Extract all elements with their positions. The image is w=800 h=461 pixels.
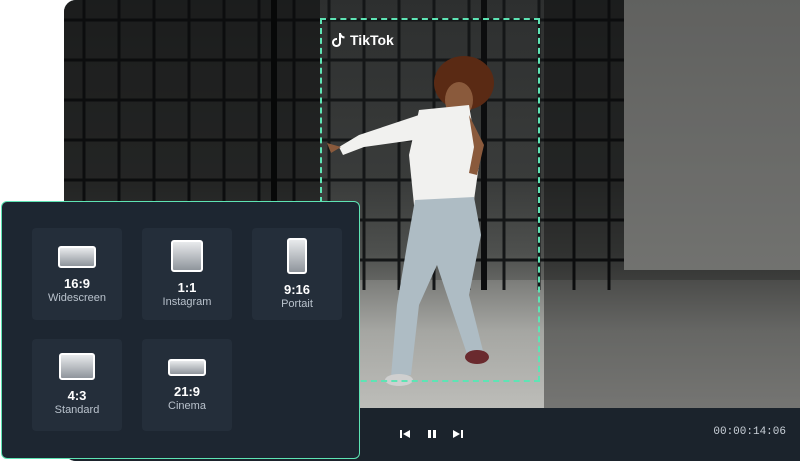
standard-rect-icon xyxy=(59,353,95,380)
timecode: 00:00:14:06 xyxy=(713,426,786,438)
skip-forward-button[interactable] xyxy=(447,423,469,445)
ratio-name: Standard xyxy=(54,404,100,416)
ratio-option-instagram[interactable]: 1:1 Instagram xyxy=(142,228,232,320)
skip-back-button[interactable] xyxy=(394,423,416,445)
tiktok-icon xyxy=(332,33,345,47)
ratio-value: 9:16 xyxy=(283,282,311,297)
pause-icon xyxy=(428,430,436,438)
ratio-name: Instagram xyxy=(162,296,212,308)
ratio-option-cinema[interactable]: 21:9 Cinema xyxy=(142,339,232,431)
ratio-name: Widescreen xyxy=(47,292,107,304)
skip-back-icon xyxy=(400,430,410,438)
ratio-value: 4:3 xyxy=(67,388,87,403)
ratio-name: Portait xyxy=(281,298,313,310)
ratio-value: 16:9 xyxy=(63,276,91,291)
crop-overlay-right xyxy=(544,0,800,408)
tiktok-label: TikTok xyxy=(350,32,394,48)
tiktok-badge: TikTok xyxy=(330,32,394,48)
ratio-option-standard[interactable]: 4:3 Standard xyxy=(32,339,122,431)
skip-forward-icon xyxy=(453,430,463,438)
ratio-value: 21:9 xyxy=(173,384,201,399)
square-icon xyxy=(171,240,203,272)
portrait-rect-icon xyxy=(287,238,307,274)
ratio-name: Cinema xyxy=(168,400,206,412)
ratio-option-widescreen[interactable]: 16:9 Widescreen xyxy=(32,228,122,320)
ratio-value: 1:1 xyxy=(177,280,197,295)
aspect-ratio-panel: 16:9 Widescreen 1:1 Instagram 9:16 Porta… xyxy=(1,201,360,459)
cinema-rect-icon xyxy=(168,359,206,376)
landscape-rect-icon xyxy=(58,246,96,268)
pause-button[interactable] xyxy=(421,423,443,445)
ratio-option-portrait[interactable]: 9:16 Portait xyxy=(252,228,342,320)
